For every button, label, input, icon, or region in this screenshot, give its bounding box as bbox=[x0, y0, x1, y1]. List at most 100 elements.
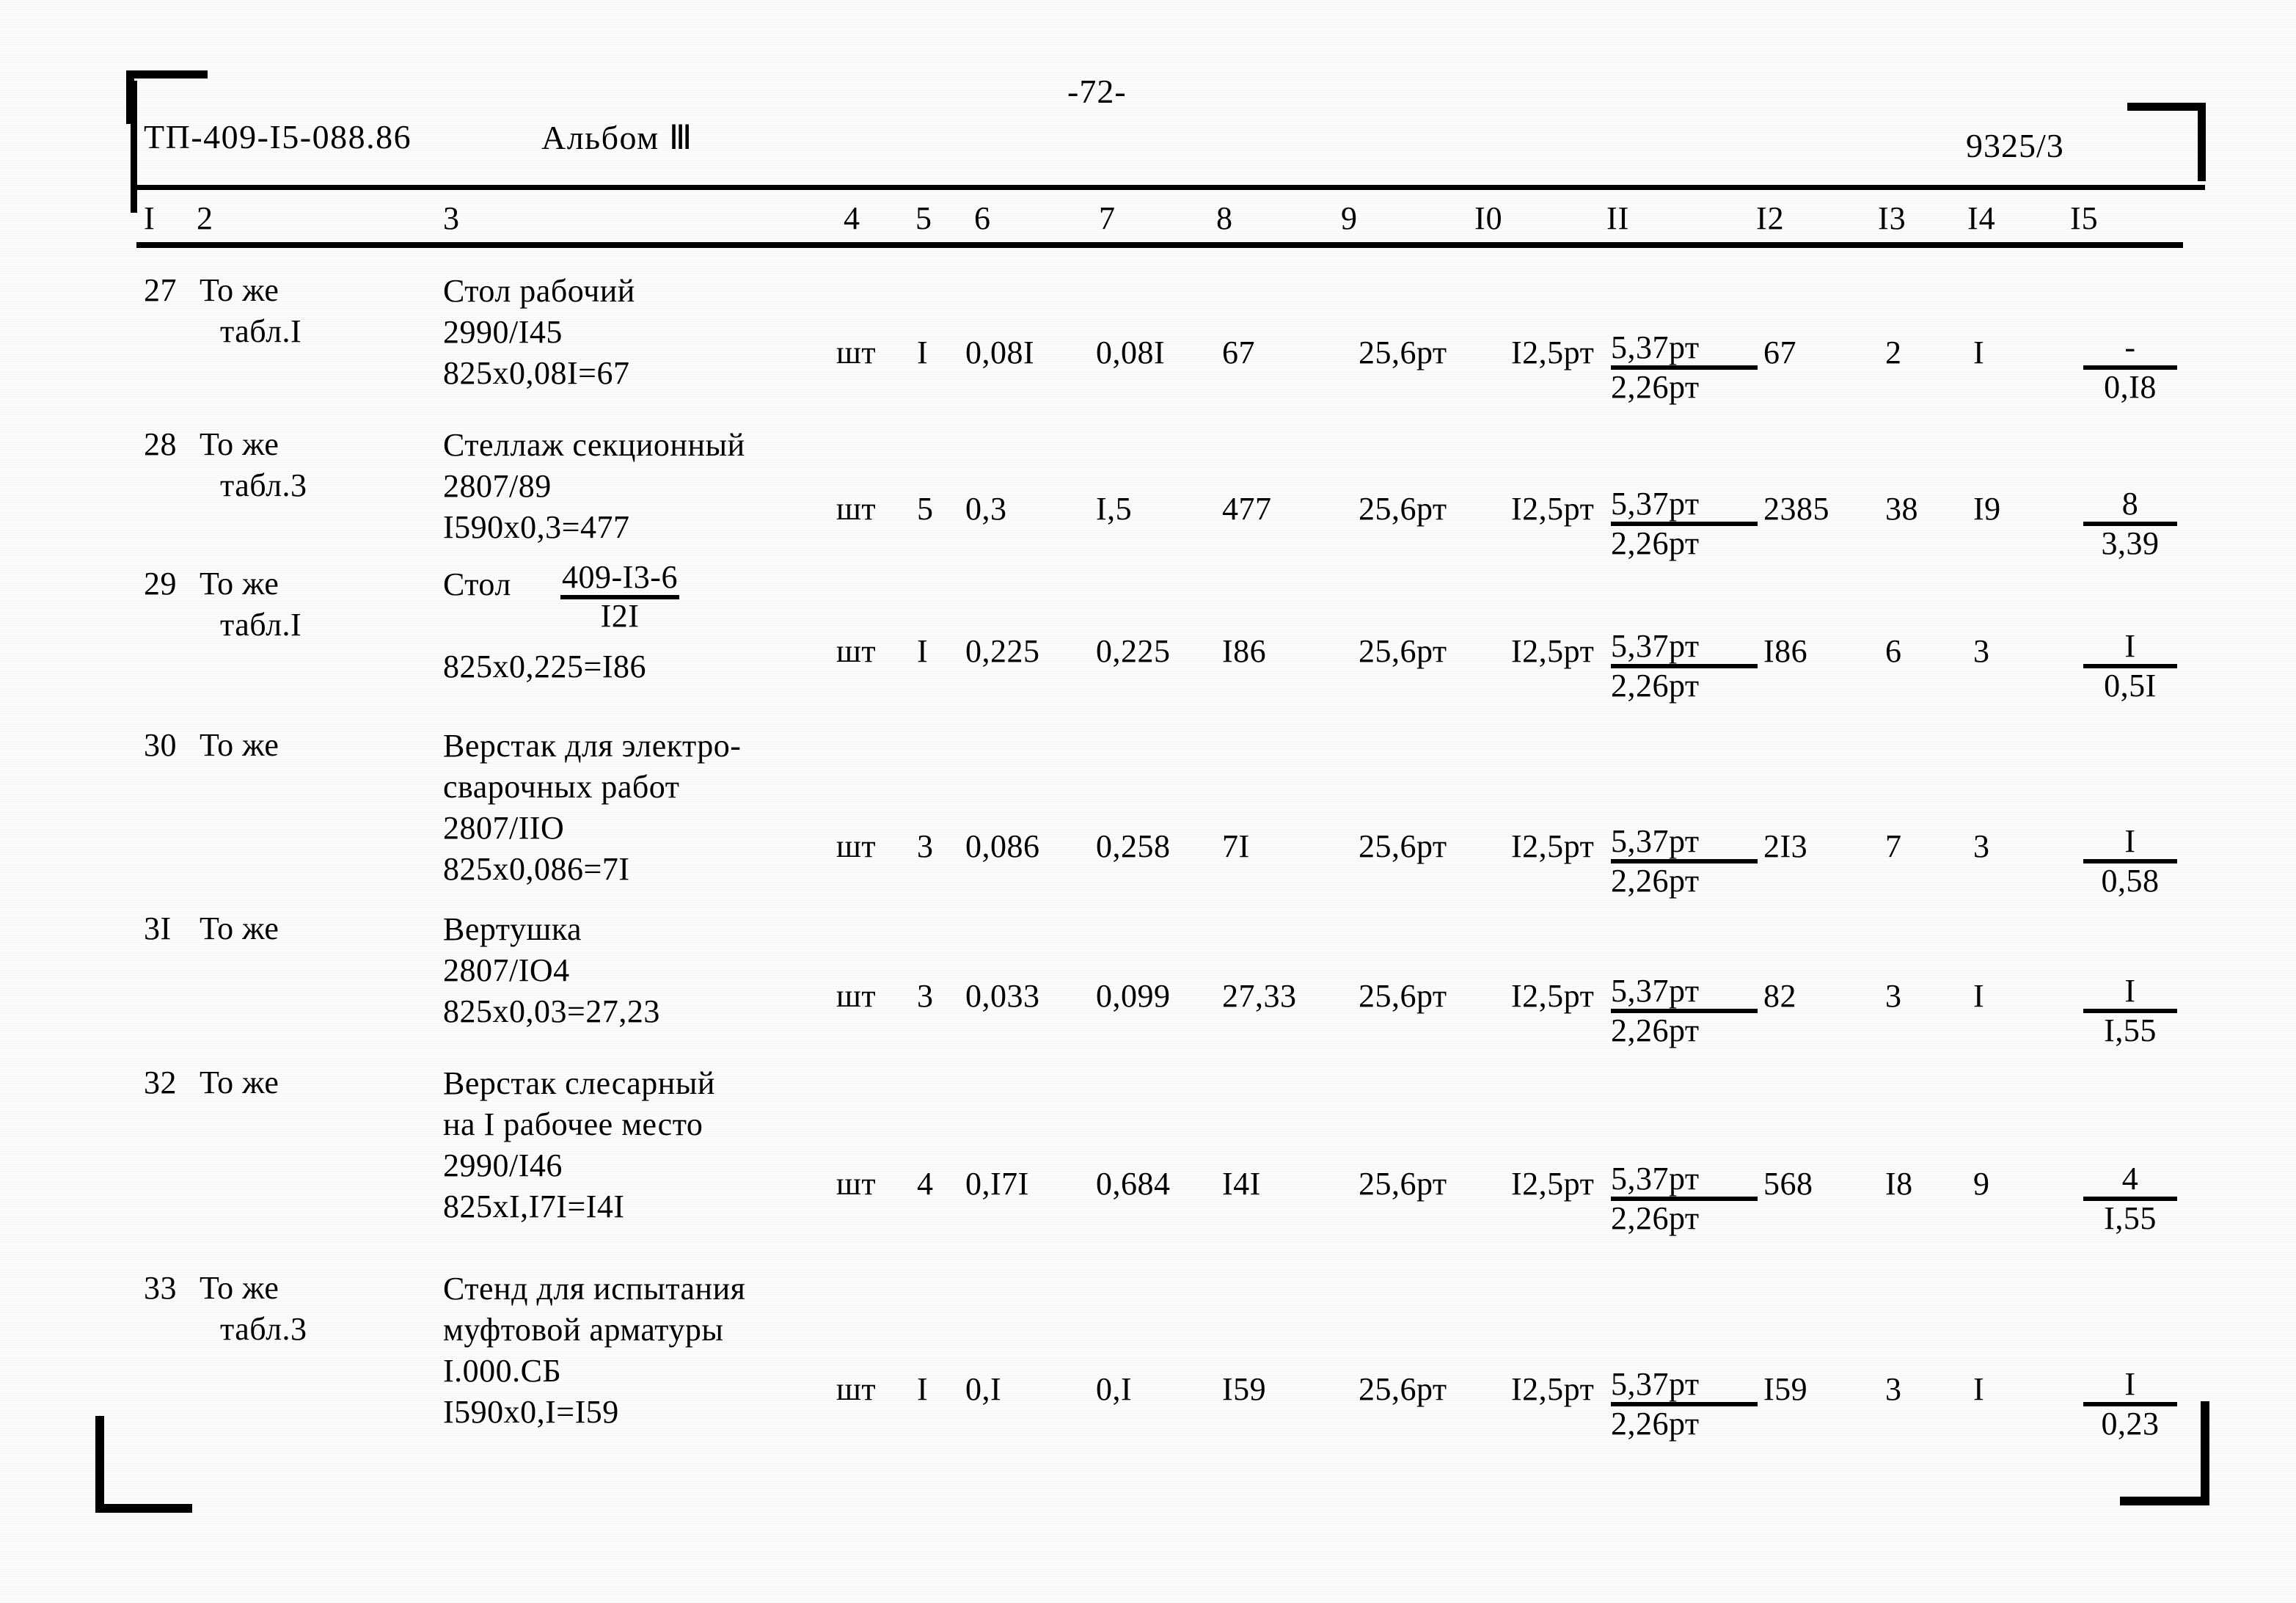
document-code: ТП-409-I5-088.86 bbox=[144, 118, 412, 156]
row-justification-line: То же bbox=[200, 566, 279, 602]
row-description-line: 825хI,I7I=I4I bbox=[443, 1188, 625, 1224]
row-col12-fraction: 5,37рт 2,26рт bbox=[1611, 974, 1758, 1048]
row-unit: шт bbox=[836, 1371, 877, 1407]
row-col10-value: 25,6рт bbox=[1359, 1166, 1447, 1202]
row-col14-value: 2 bbox=[1885, 335, 1902, 370]
column-header-14: I4 bbox=[1967, 200, 1996, 236]
row-col8-value: I59 bbox=[1222, 1371, 1267, 1407]
row-col12-fraction: 5,37рт 2,26рт bbox=[1611, 331, 1758, 404]
row-col12-fraction-denominator: 2,26рт bbox=[1611, 1406, 1700, 1442]
row-col11-value: I2,5рт bbox=[1511, 1166, 1595, 1202]
row-col10-value: 25,6рт bbox=[1359, 491, 1447, 527]
row-description-line: 2990/I45 bbox=[443, 314, 563, 350]
row-col16-fraction: I 0,58 bbox=[2083, 825, 2177, 898]
row-quantity: 4 bbox=[917, 1166, 934, 1202]
row-quantity: I bbox=[917, 1371, 929, 1407]
row-col12-fraction: 5,37рт 2,26рт bbox=[1611, 1368, 1758, 1441]
row-col12-fraction-numerator: 5,37рт bbox=[1611, 329, 1700, 365]
row-col14-value: 3 bbox=[1885, 1371, 1902, 1407]
corner-mark-top-right bbox=[2127, 103, 2206, 181]
row-unit: шт bbox=[836, 335, 877, 370]
row-col12-fraction-numerator: 5,37рт bbox=[1611, 628, 1700, 664]
row-col7-value: 0,099 bbox=[1096, 978, 1171, 1014]
row-col16-fraction-denominator: 0,23 bbox=[2101, 1406, 2160, 1442]
row-col16-fraction: I 0,23 bbox=[2083, 1368, 2177, 1441]
row-col10-value: 25,6рт bbox=[1359, 978, 1447, 1014]
column-header-6: 6 bbox=[974, 200, 991, 236]
row-col16-fraction-numerator: - bbox=[2124, 329, 2136, 365]
column-header-7: 7 bbox=[1099, 200, 1116, 236]
row-col8-value: 27,33 bbox=[1222, 978, 1297, 1014]
row-col16-fraction: 8 3,39 bbox=[2083, 487, 2177, 560]
row-col11-value: I2,5рт bbox=[1511, 335, 1595, 370]
row-description-line: Стенд для испытания bbox=[443, 1271, 746, 1307]
row-justification-line: То же bbox=[200, 1065, 279, 1100]
row-description-line: Стол bbox=[443, 566, 511, 602]
row-quantity: 5 bbox=[917, 491, 934, 527]
row-col14-value: 7 bbox=[1885, 828, 1902, 864]
row-col12-fraction-denominator: 2,26рт bbox=[1611, 369, 1700, 405]
row-description-line: I590х0,3=477 bbox=[443, 509, 630, 545]
row-number: 30 bbox=[144, 727, 177, 763]
row-col14-value: 3 bbox=[1885, 978, 1902, 1014]
row-col13-value: 2I3 bbox=[1763, 828, 1808, 864]
row-col16-fraction: 4 I,55 bbox=[2083, 1162, 2177, 1235]
row-unit: шт bbox=[836, 1166, 877, 1202]
row-quantity: 3 bbox=[917, 978, 934, 1014]
row-col11-value: I2,5рт bbox=[1511, 491, 1595, 527]
row-col8-value: I4I bbox=[1222, 1166, 1261, 1202]
column-header-9: 9 bbox=[1341, 200, 1358, 236]
row-col10-value: 25,6рт bbox=[1359, 828, 1447, 864]
row-col12-fraction-denominator: 2,26рт bbox=[1611, 668, 1700, 704]
row-col16-fraction-denominator: 0,I8 bbox=[2104, 369, 2157, 405]
row-description-fraction-denominator: I2I bbox=[600, 598, 640, 634]
row-col6-value: 0,I bbox=[965, 1371, 1002, 1407]
row-description-line: муфтовой арматуры bbox=[443, 1312, 724, 1348]
row-col8-value: I86 bbox=[1222, 633, 1267, 669]
row-justification-line: То же bbox=[200, 426, 279, 462]
row-col12-fraction-denominator: 2,26рт bbox=[1611, 1200, 1700, 1236]
page-number: -72- bbox=[1067, 73, 1127, 110]
row-description-line: 2990/I46 bbox=[443, 1147, 563, 1183]
row-number: 28 bbox=[144, 426, 177, 462]
row-col15-value: 3 bbox=[1973, 633, 1990, 669]
column-header-5: 5 bbox=[915, 200, 932, 236]
column-header-3: 3 bbox=[443, 200, 460, 236]
row-col12-fraction-numerator: 5,37рт bbox=[1611, 823, 1700, 859]
row-description-line: 825х0,225=I86 bbox=[443, 649, 646, 684]
row-col12-fraction-numerator: 5,37рт bbox=[1611, 1161, 1700, 1197]
row-quantity: I bbox=[917, 335, 929, 370]
row-col11-value: I2,5рт bbox=[1511, 633, 1595, 669]
row-col16-fraction-denominator: I,55 bbox=[2104, 1200, 2157, 1236]
left-vertical-rule bbox=[131, 81, 137, 213]
row-col12-fraction: 5,37рт 2,26рт bbox=[1611, 825, 1758, 898]
row-col12-fraction-numerator: 5,37рт bbox=[1611, 1366, 1700, 1402]
column-header-12: I2 bbox=[1756, 200, 1785, 236]
column-header-13: I3 bbox=[1878, 200, 1906, 236]
row-justification-line: То же bbox=[200, 1270, 279, 1306]
column-header-8: 8 bbox=[1216, 200, 1233, 236]
row-justification-line: табл.3 bbox=[220, 1311, 307, 1347]
row-col15-value: I9 bbox=[1973, 491, 2001, 527]
row-col6-value: 0,I7I bbox=[965, 1166, 1029, 1202]
row-col12-fraction-denominator: 2,26рт bbox=[1611, 1012, 1700, 1048]
row-col13-value: I86 bbox=[1763, 633, 1808, 669]
document-page: ТП-409-I5-088.86 Альбом Ⅲ -72- 9325/3 I2… bbox=[0, 0, 2296, 1603]
row-col8-value: 7I bbox=[1222, 828, 1250, 864]
row-description-line: 2807/IIO bbox=[443, 810, 565, 846]
row-col16-fraction: - 0,I8 bbox=[2083, 331, 2177, 404]
row-col6-value: 0,3 bbox=[965, 491, 1007, 527]
row-col16-fraction-numerator: I bbox=[2124, 628, 2136, 664]
column-header-11: II bbox=[1606, 200, 1630, 236]
row-col14-value: 38 bbox=[1885, 491, 1918, 527]
row-unit: шт bbox=[836, 491, 877, 527]
column-header-rule bbox=[136, 242, 2183, 248]
row-col16-fraction-denominator: 0,5I bbox=[2104, 668, 2157, 704]
row-description-line: Стеллаж секционный bbox=[443, 427, 745, 463]
row-col11-value: I2,5рт bbox=[1511, 828, 1595, 864]
row-col13-value: 2385 bbox=[1763, 491, 1829, 527]
row-description-line: 2807/IO4 bbox=[443, 952, 570, 988]
row-col16-fraction-numerator: I bbox=[2124, 823, 2136, 859]
row-description-fraction: 409-I3-6 I2I bbox=[560, 560, 679, 633]
row-col15-value: 3 bbox=[1973, 828, 1990, 864]
